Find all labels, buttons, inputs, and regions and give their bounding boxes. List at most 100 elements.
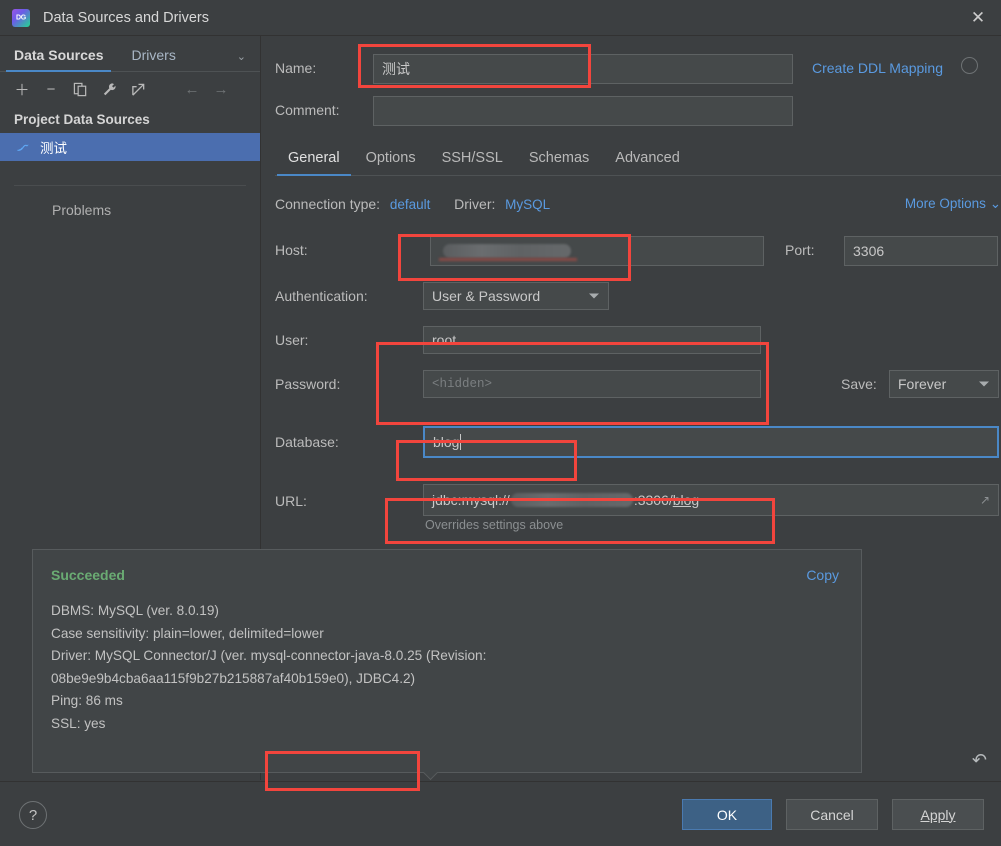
more-options-label: More Options [904, 196, 986, 211]
password-row: Password: <hidden> Save: Forever [275, 368, 1001, 402]
url-label: URL: [275, 493, 307, 509]
sidebar-tab-drivers[interactable]: Drivers [117, 47, 189, 71]
name-row: Name: 测试 Create DDL Mapping [275, 50, 987, 88]
user-label: User: [275, 332, 309, 348]
settings-tabstrip: General Options SSH/SSL Schemas Advanced [275, 140, 1001, 176]
name-status-circle-icon [961, 57, 978, 74]
copy-button[interactable]: Copy [806, 567, 839, 583]
sidebar-toolbar: ＋ − ← → [0, 72, 260, 106]
port-input[interactable]: 3306 [844, 236, 998, 266]
save-select[interactable]: Forever [889, 370, 999, 398]
authentication-label: Authentication: [275, 288, 368, 304]
window-title: Data Sources and Drivers [43, 9, 210, 26]
test-connection-result-popup: Succeeded Copy DBMS: MySQL (ver. 8.0.19)… [32, 549, 862, 773]
back-arrow-icon[interactable]: ← [179, 76, 205, 102]
apply-label: Apply [920, 806, 956, 823]
sidebar-item-problems[interactable]: Problems [0, 186, 260, 218]
export-glyph [131, 83, 144, 96]
user-input[interactable]: root [423, 326, 761, 354]
redacted-url-host [510, 493, 633, 507]
chevron-down-icon [589, 293, 599, 299]
connection-type-label: Connection type: [275, 196, 381, 212]
more-options-link[interactable]: More Options ⌄ [905, 196, 1001, 212]
remove-icon[interactable]: − [38, 76, 64, 102]
chevron-down-icon [979, 381, 989, 387]
sidebar-item-data-source[interactable]: 测试 [0, 133, 260, 161]
database-row: Database: blog [275, 424, 1001, 462]
save-value: Forever [898, 376, 947, 392]
help-icon[interactable]: ? [19, 801, 47, 829]
datagrip-icon [12, 8, 30, 27]
url-prefix: jdbc:mysql:// [432, 492, 510, 508]
url-database: blog [672, 492, 700, 508]
result-line: SSL: yes [51, 715, 106, 731]
wrench-glyph [103, 82, 116, 95]
database-value: blog [433, 434, 460, 450]
authentication-row: Authentication: User & Password [275, 280, 1001, 314]
redacted-host-value [443, 244, 571, 258]
result-line: 08be9e9b4cba6aa115f9b27b215887af40b159e0… [51, 670, 416, 686]
forward-arrow-icon[interactable]: → [208, 76, 234, 102]
add-icon[interactable]: ＋ [9, 76, 35, 102]
tab-ssh-ssl[interactable]: SSH/SSL [429, 150, 516, 175]
copy-icon[interactable] [67, 76, 93, 102]
sidebar-tabstrip: Data Sources Drivers ⌄ [0, 36, 260, 72]
tab-schemas[interactable]: Schemas [516, 150, 602, 175]
text-cursor [460, 434, 462, 450]
sidebar-tab-data-sources[interactable]: Data Sources [0, 47, 117, 72]
result-line: Ping: 86 ms [51, 693, 123, 708]
comment-input[interactable] [373, 96, 793, 126]
authentication-value: User & Password [432, 288, 541, 304]
result-details: DBMS: MySQL (ver. 8.0.19) Case sensitivi… [51, 600, 841, 735]
name-input[interactable]: 测试 [373, 54, 793, 84]
tab-options[interactable]: Options [353, 150, 429, 175]
name-label: Name: [275, 60, 317, 76]
connection-info-line: Connection type: default Driver: MySQL M… [275, 196, 1001, 212]
tab-general[interactable]: General [275, 150, 353, 176]
export-icon[interactable] [125, 76, 151, 102]
close-icon[interactable]: ✕ [955, 0, 1001, 36]
window-titlebar: Data Sources and Drivers ✕ [0, 0, 1001, 36]
database-input[interactable]: blog [423, 426, 999, 458]
url-row: URL: jdbc:mysql:// :3306/ blog ↗ Overrid… [275, 482, 1001, 532]
connection-type-value[interactable]: default [390, 197, 431, 212]
result-line: Driver: MySQL Connector/J (ver. mysql-co… [51, 648, 487, 663]
expand-icon[interactable]: ↗ [980, 493, 990, 507]
chevron-down-icon[interactable]: ⌄ [237, 50, 246, 63]
sidebar-group-label: Project Data Sources [14, 112, 150, 127]
url-suffix: :3306/ [633, 492, 673, 508]
save-label: Save: [841, 376, 877, 392]
url-input[interactable]: jdbc:mysql:// :3306/ blog ↗ [423, 484, 999, 516]
result-line: DBMS: MySQL (ver. 8.0.19) [51, 603, 219, 618]
password-input[interactable]: <hidden> [423, 370, 761, 398]
database-label: Database: [275, 434, 339, 450]
create-ddl-mapping-link[interactable]: Create DDL Mapping [812, 60, 943, 76]
authentication-select[interactable]: User & Password [423, 282, 609, 310]
status-badge: Succeeded [51, 567, 125, 583]
comment-label: Comment: [275, 102, 340, 118]
dialog-footer: ? OK Cancel Apply [0, 781, 1001, 846]
driver-label: Driver: [454, 196, 496, 212]
driver-value[interactable]: MySQL [505, 197, 550, 212]
host-row: Host: Port: 3306 [275, 232, 1001, 270]
chevron-down-icon: ⌄ [989, 196, 1001, 211]
tab-advanced[interactable]: Advanced [602, 150, 693, 175]
popup-tail [423, 772, 441, 781]
wrench-icon[interactable] [96, 76, 122, 102]
revert-icon[interactable]: ↶ [972, 750, 987, 771]
mysql-dolphin-icon [17, 144, 29, 151]
result-line: Case sensitivity: plain=lower, delimited… [51, 625, 324, 641]
ok-button[interactable]: OK [682, 799, 772, 830]
host-error-underline [439, 258, 577, 261]
url-hint: Overrides settings above [425, 518, 564, 532]
cancel-button[interactable]: Cancel [786, 799, 878, 830]
password-placeholder: <hidden> [432, 377, 493, 391]
sidebar-item-label: 测试 [40, 141, 67, 156]
port-label: Port: [785, 242, 815, 258]
copy-glyph [73, 82, 86, 96]
apply-button[interactable]: Apply [892, 799, 984, 830]
host-input[interactable] [430, 236, 764, 266]
host-label: Host: [275, 242, 308, 258]
user-row: User: root [275, 324, 1001, 358]
password-label: Password: [275, 376, 341, 392]
